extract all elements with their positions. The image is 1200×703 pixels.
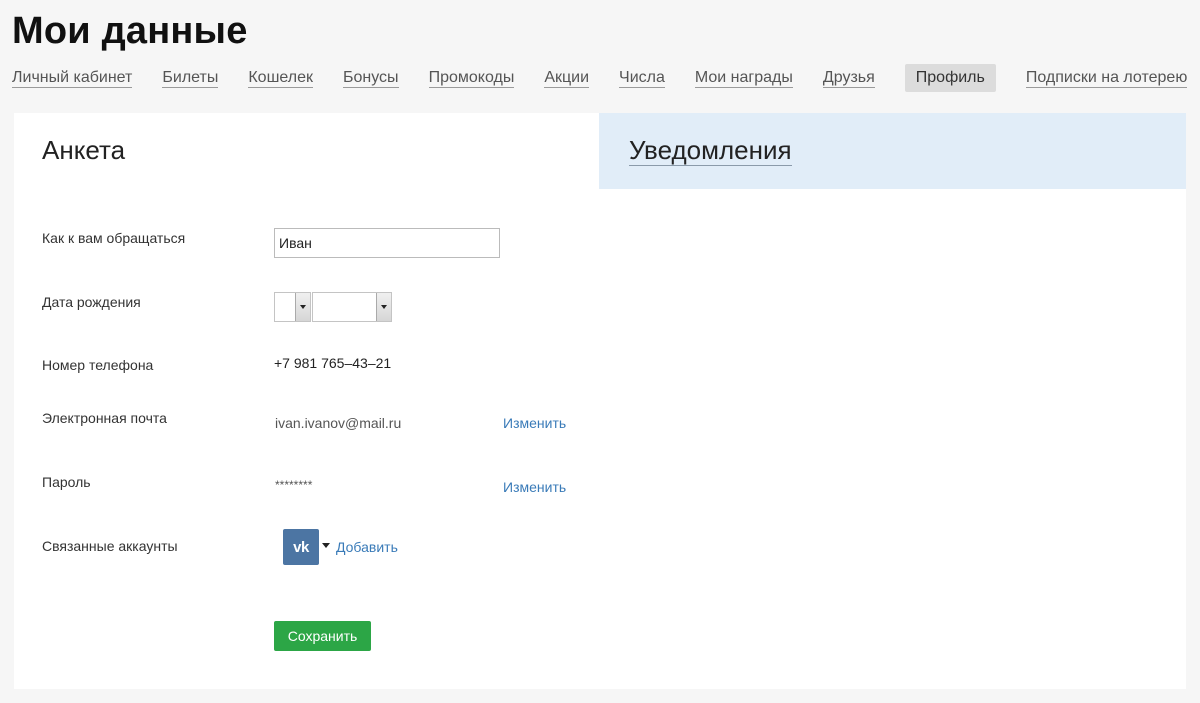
nav-tickets[interactable]: Билеты — [162, 69, 219, 88]
name-label: Как к вам обращаться — [42, 230, 186, 246]
password-value: ******** — [275, 478, 313, 492]
tab-notifications[interactable]: Уведомления — [629, 135, 792, 166]
birthdate-label: Дата рождения — [42, 294, 141, 310]
nav-promocodes[interactable]: Промокоды — [428, 69, 515, 88]
nav-profile[interactable]: Профиль — [904, 64, 996, 92]
change-email-link[interactable]: Изменить — [503, 415, 566, 431]
select-arrow-icon — [295, 293, 310, 321]
nav-promotions[interactable]: Акции — [544, 69, 590, 88]
change-password-link[interactable]: Изменить — [503, 479, 566, 495]
email-label: Электронная почта — [42, 410, 167, 426]
phone-label: Номер телефона — [42, 357, 154, 373]
email-value: ivan.ivanov@mail.ru — [275, 415, 402, 431]
vk-icon[interactable]: vk — [283, 529, 319, 565]
name-input[interactable] — [274, 228, 500, 258]
tab-anketa[interactable]: Анкета — [42, 135, 125, 165]
caret-down-icon[interactable] — [322, 543, 330, 548]
page-title: Мои данные — [12, 10, 248, 52]
profile-panel: Анкета Уведомления Как к вам обращаться … — [14, 113, 1186, 689]
nav-wallet[interactable]: Кошелек — [248, 69, 313, 88]
birth-month-select[interactable] — [312, 292, 392, 322]
tab-notifications-area[interactable]: Уведомления — [599, 113, 1186, 189]
nav-numbers[interactable]: Числа — [619, 69, 665, 88]
nav-friends[interactable]: Друзья — [822, 69, 875, 88]
add-account-link[interactable]: Добавить — [336, 539, 398, 555]
save-button[interactable]: Сохранить — [274, 621, 371, 651]
birth-day-select[interactable] — [274, 292, 311, 322]
password-label: Пароль — [42, 474, 91, 490]
nav-my-awards[interactable]: Мои награды — [694, 69, 793, 88]
main-nav: Личный кабинет Билеты Кошелек Бонусы Про… — [12, 64, 1200, 92]
nav-bonuses[interactable]: Бонусы — [343, 69, 399, 88]
select-arrow-icon — [376, 293, 391, 321]
linked-accounts-label: Связанные аккаунты — [42, 538, 178, 554]
phone-value: +7 981 765–43–21 — [274, 355, 392, 371]
nav-personal-cabinet[interactable]: Личный кабинет — [12, 69, 133, 88]
nav-lottery-subscriptions[interactable]: Подписки на лотерею — [1025, 69, 1188, 88]
